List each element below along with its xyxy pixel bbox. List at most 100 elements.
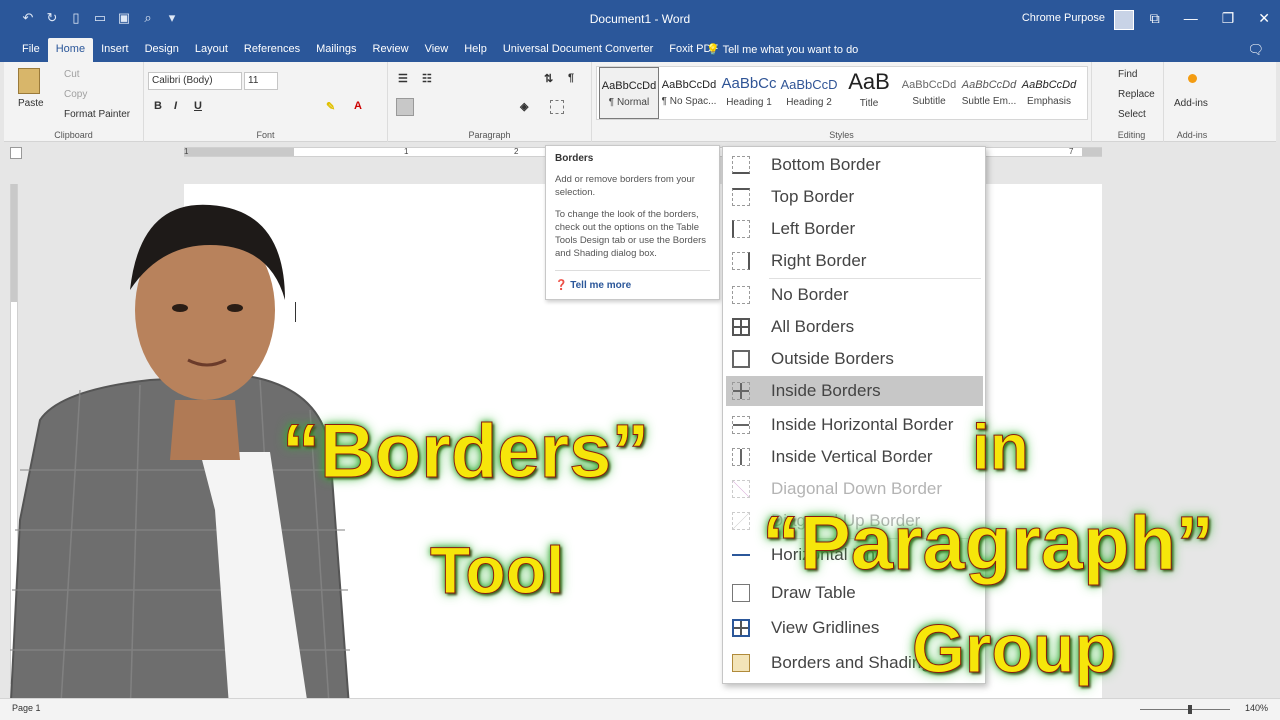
inside-borders-icon bbox=[732, 382, 750, 400]
style-heading-1[interactable]: AaBbCc Heading 1 bbox=[719, 67, 779, 119]
style-subtitle[interactable]: AaBbCcDd Subtitle bbox=[899, 67, 959, 119]
title-bar: ↶ ↻ ▯ ▭ ▣ ⌕ ▾ Document1 - Word Chrome Pu… bbox=[0, 0, 1280, 38]
format-painter-button[interactable]: Format Painter bbox=[64, 109, 130, 120]
close-icon[interactable]: ✕ bbox=[1258, 10, 1270, 27]
left-border-item[interactable]: Left Border bbox=[726, 214, 983, 244]
bottom-border-item[interactable]: Bottom Border bbox=[726, 150, 983, 180]
font-size-select[interactable]: 11 bbox=[244, 72, 278, 90]
inside-horizontal-border-icon bbox=[732, 416, 750, 434]
italic-button[interactable]: I bbox=[174, 100, 177, 112]
style-no-spacing[interactable]: AaBbCcDd ¶ No Spac... bbox=[659, 67, 719, 119]
show-marks-icon[interactable]: ¶ bbox=[568, 72, 574, 84]
tab-insert[interactable]: Insert bbox=[93, 38, 137, 62]
view-gridlines-icon bbox=[732, 619, 750, 637]
tab-view[interactable]: View bbox=[417, 38, 457, 62]
comments-icon[interactable]: 🗨 bbox=[1247, 42, 1264, 58]
ribbon-tabs: File Home Insert Design Layout Reference… bbox=[0, 38, 1280, 62]
tab-home[interactable]: Home bbox=[47, 38, 94, 62]
addins-group: Add-ins Add-ins bbox=[1166, 62, 1218, 142]
caption-paragraph: “Paragraph” bbox=[762, 501, 1215, 587]
ruler-number: 1 bbox=[404, 147, 409, 156]
caption-group: Group bbox=[912, 611, 1117, 688]
clipboard-label: Clipboard bbox=[54, 130, 93, 140]
clipboard-group: Paste Cut Copy Format Painter Clipboard bbox=[4, 62, 144, 142]
font-color-icon[interactable]: A bbox=[354, 100, 362, 112]
tooltip-title: Borders bbox=[555, 153, 594, 164]
replace-button[interactable]: Replace bbox=[1118, 89, 1155, 100]
find-button[interactable]: Find bbox=[1118, 69, 1137, 80]
tell-me-more-link[interactable]: ❓ Tell me more bbox=[555, 280, 631, 291]
style-subtle-emphasis[interactable]: AaBbCcDd Subtle Em... bbox=[959, 67, 1019, 119]
outside-borders-item[interactable]: Outside Borders bbox=[726, 344, 983, 374]
right-border-item[interactable]: Right Border bbox=[726, 246, 983, 276]
tab-references[interactable]: References bbox=[236, 38, 308, 62]
inside-borders-item[interactable]: Inside Borders bbox=[726, 376, 983, 406]
borders-tooltip: Borders Add or remove borders from your … bbox=[545, 145, 720, 300]
style-normal[interactable]: AaBbCcDd ¶ Normal bbox=[599, 67, 659, 119]
numbering-icon[interactable]: ☷ bbox=[422, 72, 432, 85]
style-emphasis[interactable]: AaBbCcDd Emphasis bbox=[1019, 67, 1079, 119]
all-borders-item[interactable]: All Borders bbox=[726, 312, 983, 342]
tab-universal-document-converter[interactable]: Universal Document Converter bbox=[495, 38, 661, 62]
editing-group: Find Replace Select Editing bbox=[1100, 62, 1164, 142]
top-border-icon bbox=[732, 188, 750, 206]
tell-me-search[interactable]: 💡 Tell me what you want to do bbox=[706, 43, 858, 56]
tooltip-description: Add or remove borders from your selectio… bbox=[555, 174, 695, 198]
caption-in: in bbox=[972, 411, 1030, 484]
draw-table-icon bbox=[732, 584, 750, 602]
zoom-level[interactable]: 140% bbox=[1245, 703, 1268, 713]
style-heading-2[interactable]: AaBbCcD Heading 2 bbox=[779, 67, 839, 119]
paragraph-group: ☰ ☷ ⇅ ¶ ◈ Paragraph bbox=[388, 62, 592, 142]
tab-selector[interactable] bbox=[10, 147, 22, 159]
tab-file[interactable]: File bbox=[14, 38, 48, 62]
horizontal-line-icon bbox=[732, 546, 750, 564]
tab-design[interactable]: Design bbox=[137, 38, 187, 62]
ruler-number: 1 bbox=[184, 147, 189, 156]
zoom-slider-thumb[interactable] bbox=[1188, 705, 1192, 714]
restore-icon[interactable]: ❐ bbox=[1222, 10, 1235, 27]
underline-button[interactable]: U bbox=[194, 100, 202, 112]
borders-icon[interactable] bbox=[550, 100, 564, 114]
page-indicator[interactable]: Page 1 bbox=[12, 703, 41, 713]
paste-icon[interactable] bbox=[18, 68, 40, 94]
inside-vertical-border-icon bbox=[732, 448, 750, 466]
addins-icon[interactable] bbox=[1188, 74, 1197, 83]
addins-label: Add-ins bbox=[1176, 130, 1208, 140]
bullets-icon[interactable]: ☰ bbox=[398, 72, 408, 85]
tab-mailings[interactable]: Mailings bbox=[308, 38, 364, 62]
font-name-select[interactable]: Calibri (Body) bbox=[148, 72, 242, 90]
no-border-item[interactable]: No Border bbox=[726, 280, 983, 310]
sort-icon[interactable]: ⇅ bbox=[544, 72, 553, 85]
cut-button[interactable]: Cut bbox=[64, 69, 80, 80]
zoom-slider[interactable] bbox=[1140, 709, 1230, 710]
tab-review[interactable]: Review bbox=[365, 38, 417, 62]
caption-borders: “Borders” bbox=[281, 409, 650, 495]
user-name[interactable]: Chrome Purpose bbox=[1022, 12, 1105, 24]
avatar[interactable] bbox=[1114, 10, 1134, 30]
align-left-icon[interactable] bbox=[396, 98, 414, 116]
inside-horizontal-border-item[interactable]: Inside Horizontal Border bbox=[726, 410, 983, 440]
borders-menu: Bottom Border Top Border Left Border Rig… bbox=[722, 146, 986, 684]
ribbon: Paste Cut Copy Format Painter Clipboard … bbox=[4, 62, 1276, 142]
style-title[interactable]: AaB Title bbox=[839, 67, 899, 119]
editing-label: Editing bbox=[1117, 130, 1146, 140]
shading-icon[interactable]: ◈ bbox=[520, 100, 528, 113]
top-border-item[interactable]: Top Border bbox=[726, 182, 983, 212]
select-button[interactable]: Select bbox=[1118, 109, 1146, 120]
copy-button[interactable]: Copy bbox=[64, 89, 87, 100]
minimize-icon[interactable]: — bbox=[1184, 10, 1198, 27]
highlight-icon[interactable]: ✎ bbox=[326, 100, 335, 113]
paragraph-label: Paragraph bbox=[468, 130, 511, 140]
tab-layout[interactable]: Layout bbox=[187, 38, 236, 62]
paste-button[interactable]: Paste bbox=[18, 98, 44, 109]
diagonal-down-border-icon bbox=[732, 480, 750, 498]
ribbon-display-options-icon[interactable]: ⧉ bbox=[1150, 10, 1160, 27]
inside-vertical-border-item[interactable]: Inside Vertical Border bbox=[726, 442, 983, 472]
addins-button[interactable]: Add-ins bbox=[1174, 98, 1208, 109]
ruler-number: 2 bbox=[514, 147, 519, 156]
tab-help[interactable]: Help bbox=[456, 38, 495, 62]
caption-tool: Tool bbox=[429, 533, 565, 608]
window-controls: ⧉ — ❐ ✕ bbox=[1150, 10, 1270, 27]
bold-button[interactable]: B bbox=[154, 100, 162, 112]
font-group: Calibri (Body) 11 B I U A ✎ Font bbox=[144, 62, 388, 142]
